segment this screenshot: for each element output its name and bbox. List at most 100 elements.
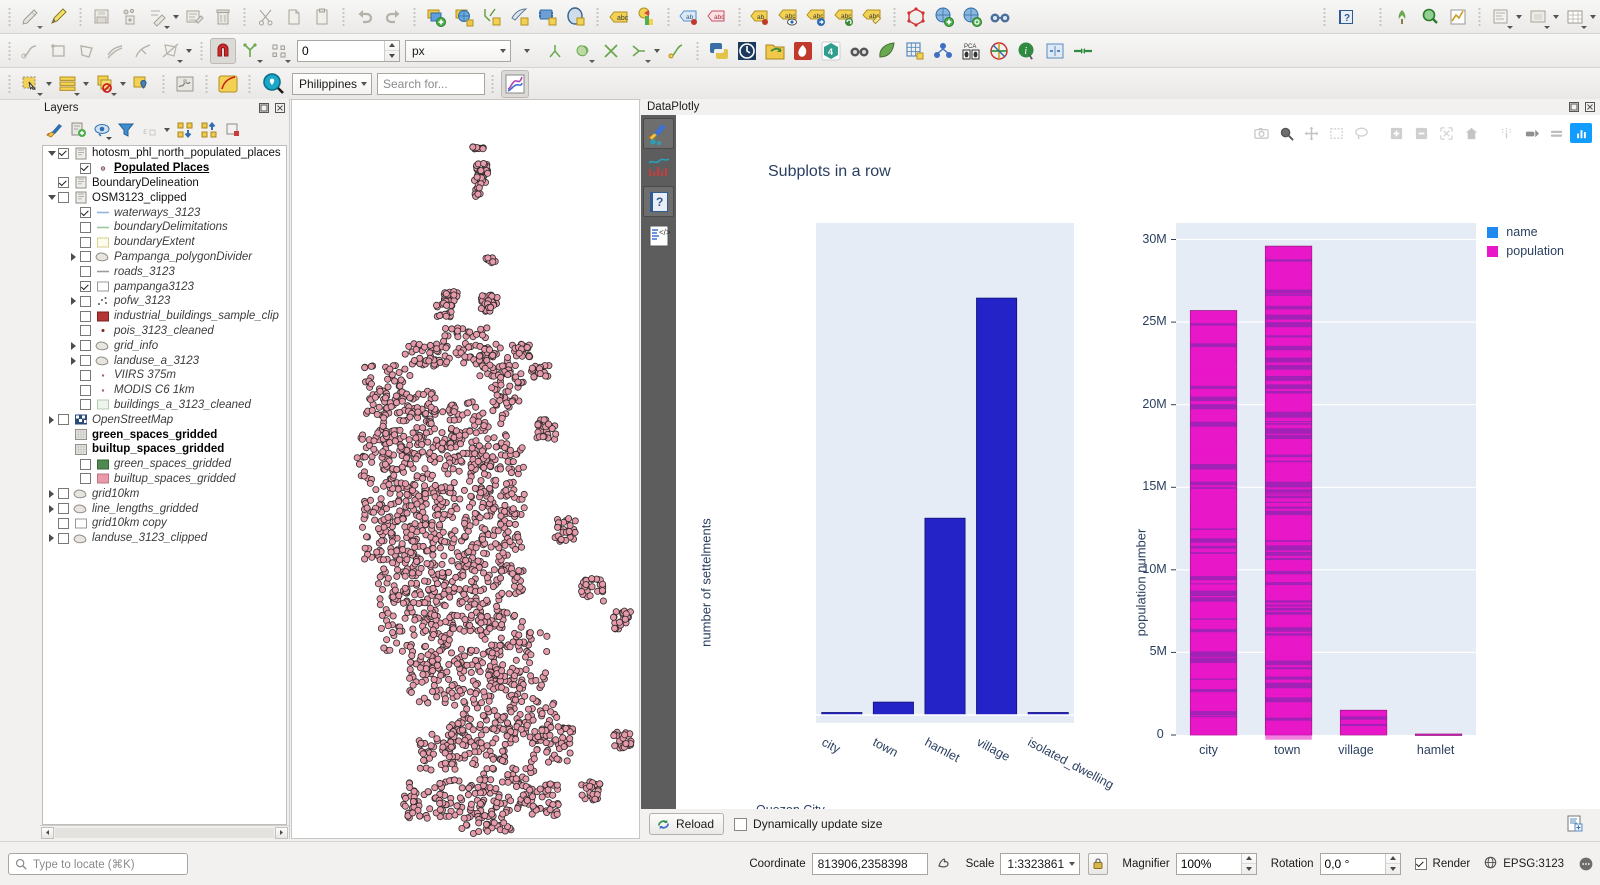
rotation-display[interactable]: Rotation bbox=[1271, 853, 1401, 875]
toggle-coordinate-capture-icon[interactable] bbox=[936, 854, 952, 873]
qgis2web-icon[interactable]: 4 bbox=[818, 38, 844, 64]
redo-icon[interactable] bbox=[380, 4, 406, 30]
layer-visibility-checkbox[interactable] bbox=[80, 459, 91, 470]
add-group-icon[interactable] bbox=[67, 119, 89, 141]
layer-visibility-checkbox[interactable] bbox=[80, 385, 91, 396]
coordinate-display[interactable]: Coordinate 813906,2358398 bbox=[749, 853, 951, 875]
toolbar-row-digitizing[interactable]: abc ab abc ab abc abc abc abc bbox=[0, 0, 1600, 34]
layer-tree-row[interactable]: BoundaryDelineation bbox=[43, 176, 286, 191]
time-manager-icon[interactable] bbox=[734, 38, 760, 64]
chevron-down-icon[interactable] bbox=[361, 82, 367, 86]
layer-visibility-checkbox[interactable] bbox=[80, 296, 91, 307]
layer-tree-row[interactable]: pofw_3123 bbox=[43, 294, 286, 309]
copy-features-icon[interactable] bbox=[281, 4, 307, 30]
chevron-down-icon[interactable] bbox=[45, 195, 58, 200]
chart-legend[interactable]: name population bbox=[1486, 225, 1564, 263]
dynamic-update-checkbox[interactable]: Dynamically update size bbox=[734, 817, 882, 831]
coordinate-input[interactable]: 813906,2358398 bbox=[812, 853, 928, 875]
chevron-down-icon[interactable] bbox=[83, 82, 89, 86]
stepper-down-button[interactable] bbox=[385, 51, 399, 61]
modify-attributes-icon[interactable] bbox=[145, 4, 171, 30]
layer-tree-row[interactable]: roads_3123 bbox=[43, 264, 286, 279]
add-mesh-layer-icon[interactable] bbox=[479, 4, 505, 30]
snapping-tolerance-input[interactable] bbox=[298, 41, 384, 61]
layout-manager-icon[interactable] bbox=[1488, 4, 1514, 30]
reshape-features-icon[interactable] bbox=[130, 38, 156, 64]
layer-visibility-checkbox[interactable] bbox=[58, 414, 69, 425]
move-label-icon[interactable]: ab bbox=[748, 4, 774, 30]
add-vector-layer-icon[interactable] bbox=[423, 4, 449, 30]
chevron-down-icon[interactable] bbox=[500, 49, 506, 53]
paste-features-icon[interactable] bbox=[309, 4, 335, 30]
export-plot-icon[interactable] bbox=[1562, 811, 1588, 837]
reload-button[interactable]: Reload bbox=[649, 813, 724, 835]
locate-input[interactable]: Type to locate (⌘K) bbox=[8, 853, 188, 875]
layer-tree-row[interactable]: hotosm_phl_north_populated_places bbox=[43, 146, 286, 161]
lock-icon[interactable] bbox=[1088, 853, 1108, 875]
layer-tree-row[interactable]: Populated Places bbox=[43, 161, 286, 176]
close-panel-icon[interactable] bbox=[273, 102, 286, 115]
select-all-icon[interactable] bbox=[55, 71, 81, 97]
layer-visibility-checkbox[interactable] bbox=[58, 533, 69, 544]
stepper-up-button[interactable] bbox=[1386, 854, 1400, 865]
search-layers-icon[interactable] bbox=[846, 38, 872, 64]
pencil-edit-icon[interactable] bbox=[46, 4, 72, 30]
metasearch-icon[interactable] bbox=[987, 4, 1013, 30]
pin-labels-icon[interactable]: ab bbox=[677, 4, 703, 30]
layer-visibility-checkbox[interactable] bbox=[58, 177, 69, 188]
dataplotly-panel[interactable]: DataPlotly ? bbox=[641, 99, 1600, 839]
layer-visibility-checkbox[interactable] bbox=[80, 207, 91, 218]
scale-display[interactable]: Scale 1:3323861 bbox=[966, 853, 1081, 875]
chevron-down-icon[interactable] bbox=[46, 82, 52, 86]
profile-chart-icon[interactable] bbox=[1445, 4, 1471, 30]
chevron-right-icon[interactable] bbox=[67, 253, 80, 261]
chevron-down-icon[interactable] bbox=[654, 49, 660, 53]
chevron-right-icon[interactable] bbox=[45, 505, 58, 513]
scroll-left-button[interactable] bbox=[41, 827, 54, 839]
magnifier-display[interactable]: Magnifier bbox=[1122, 853, 1256, 875]
search-magnifier-green-icon[interactable] bbox=[1417, 4, 1443, 30]
layer-tree-row[interactable]: OSM3123_clipped bbox=[43, 190, 286, 205]
chevron-down-icon[interactable] bbox=[120, 82, 126, 86]
shape-digitize-icon[interactable] bbox=[903, 4, 929, 30]
self-snapping-icon[interactable] bbox=[626, 38, 652, 64]
layer-tree-row[interactable]: OpenStreetMap bbox=[43, 412, 286, 427]
geocoder-search-input[interactable]: Search for... bbox=[377, 73, 485, 95]
magnifier-stepper[interactable] bbox=[1176, 853, 1257, 875]
chevron-down-icon[interactable] bbox=[45, 151, 58, 156]
layers-panel-toolbar[interactable]: ε bbox=[40, 117, 289, 143]
code-view-icon[interactable]: </> bbox=[643, 220, 674, 251]
scroll-right-button[interactable] bbox=[275, 827, 288, 839]
undock-panel-icon[interactable] bbox=[257, 102, 270, 115]
heatmap-plugin-icon[interactable] bbox=[790, 38, 816, 64]
filter-legend-icon[interactable] bbox=[115, 119, 137, 141]
stepper-down-button[interactable] bbox=[1386, 864, 1400, 874]
show-hide-labels-icon[interactable]: abc bbox=[776, 4, 802, 30]
georeferencer-icon[interactable] bbox=[931, 4, 957, 30]
avoid-overlap-icon[interactable] bbox=[570, 38, 596, 64]
layer-visibility-checkbox[interactable] bbox=[80, 340, 91, 351]
digitize-curve-icon[interactable] bbox=[18, 38, 44, 64]
status-bar[interactable]: Type to locate (⌘K) Coordinate 813906,23… bbox=[0, 841, 1600, 885]
layer-tree-row[interactable]: line_lengths_gridded bbox=[43, 501, 286, 516]
select-by-location-icon[interactable] bbox=[129, 71, 155, 97]
help-icon[interactable]: ? bbox=[643, 186, 674, 217]
magnifier-input[interactable] bbox=[1177, 854, 1241, 874]
layer-tree-row[interactable]: grid10km bbox=[43, 486, 286, 501]
layer-tree-row[interactable]: MODIS C6 1km bbox=[43, 383, 286, 398]
open-project-folder-icon[interactable] bbox=[762, 38, 788, 64]
snapping-mode-icon[interactable] bbox=[238, 38, 264, 64]
snapping-tolerance-stepper[interactable] bbox=[297, 40, 400, 62]
layer-tree-row[interactable]: VIIRS 375m bbox=[43, 368, 286, 383]
measure-line-icon[interactable] bbox=[215, 71, 241, 97]
chevron-down-icon[interactable] bbox=[164, 128, 170, 132]
plot-preview-icon[interactable] bbox=[643, 152, 674, 183]
add-point-feature-icon[interactable] bbox=[117, 4, 143, 30]
chevron-down-icon[interactable] bbox=[1516, 15, 1522, 19]
attribute-table-icon[interactable] bbox=[1562, 4, 1588, 30]
topological-editing-icon[interactable] bbox=[542, 38, 568, 64]
digitize-polygon-icon[interactable] bbox=[74, 38, 100, 64]
style-manager-icon[interactable] bbox=[634, 4, 660, 30]
scrollbar-track[interactable] bbox=[55, 828, 274, 838]
statistics-panel-icon[interactable] bbox=[172, 71, 198, 97]
